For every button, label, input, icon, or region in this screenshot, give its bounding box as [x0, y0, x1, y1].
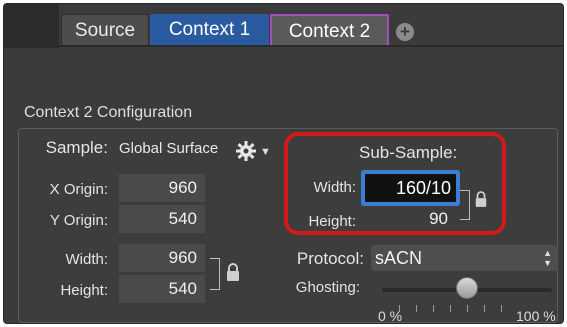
subsample-height-field[interactable]: 90 — [364, 205, 456, 233]
y-origin-label: Y Origin: — [49, 212, 108, 229]
height-label: Height: — [60, 282, 108, 299]
slider-tick — [450, 305, 451, 312]
add-tab-button[interactable]: + — [396, 23, 414, 41]
lock-icon[interactable] — [474, 190, 488, 208]
subsample-width-label: Width: — [313, 179, 356, 196]
lock-icon[interactable] — [225, 262, 241, 282]
window-frame: Source Context 1 Context 2 + Context 2 C… — [3, 3, 564, 324]
tab-context-2[interactable]: Context 2 — [270, 14, 389, 46]
x-origin-label: X Origin: — [49, 181, 108, 198]
size-link-bracket — [210, 258, 220, 290]
slider-tick — [467, 305, 468, 312]
subsample-width-field[interactable]: 160/10 — [361, 170, 460, 206]
height-field[interactable]: 540 — [119, 275, 205, 303]
protocol-value: sACN — [375, 248, 423, 268]
slider-tick — [433, 305, 434, 312]
slider-tick — [416, 305, 417, 312]
tab-bar-divider — [4, 45, 563, 47]
sample-label: Sample: — [45, 138, 108, 157]
tab-context-1[interactable]: Context 1 — [150, 14, 269, 46]
tab-source[interactable]: Source — [61, 14, 149, 46]
tab-bar-spacer — [4, 4, 59, 48]
subsample-link-bracket — [460, 190, 470, 220]
y-origin-field[interactable]: 540 — [119, 205, 205, 233]
slider-tick — [484, 305, 485, 312]
protocol-select[interactable]: sACN ▲ ▼ — [371, 245, 558, 271]
plus-icon: + — [400, 22, 410, 41]
protocol-label: Protocol: — [296, 249, 364, 268]
tab-bar: Source Context 1 Context 2 + — [4, 4, 563, 48]
slider-min-label: 0 % — [378, 308, 403, 324]
ghosting-label: Ghosting: — [295, 279, 360, 296]
width-label: Width: — [65, 251, 108, 268]
slider-max-label: 100 % — [516, 308, 556, 324]
gear-icon[interactable] — [235, 140, 257, 162]
updown-arrows-icon: ▲ ▼ — [543, 248, 552, 268]
chevron-down-icon: ▼ — [260, 146, 271, 158]
x-origin-field[interactable]: 960 — [119, 174, 205, 202]
section-title: Context 2 Configuration — [24, 104, 193, 121]
sample-dropdown[interactable]: Global Surface — [119, 140, 218, 157]
ghosting-slider-knob[interactable] — [456, 277, 478, 299]
subsample-height-label: Height: — [308, 213, 356, 230]
slider-tick — [501, 305, 502, 312]
subsample-title: Sub-Sample: — [359, 143, 458, 162]
width-field[interactable]: 960 — [119, 244, 205, 272]
